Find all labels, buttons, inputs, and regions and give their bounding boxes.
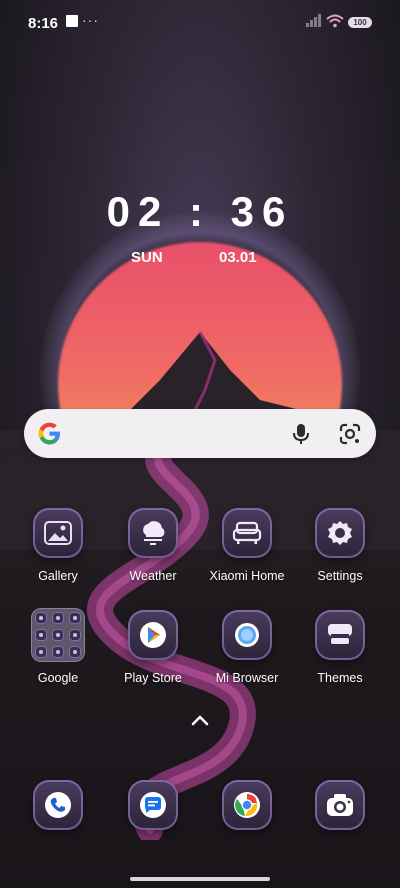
dock-messages[interactable] — [113, 780, 193, 830]
app-label: Play Store — [124, 671, 182, 685]
microphone-icon[interactable] — [290, 422, 312, 446]
phone-icon[interactable] — [33, 780, 83, 830]
dock-phone[interactable] — [18, 780, 98, 830]
app-label: Weather — [129, 569, 177, 583]
xiaomi-home-icon[interactable] — [222, 508, 272, 558]
settings-gear-icon[interactable] — [315, 508, 365, 558]
themes-icon[interactable] — [315, 610, 365, 660]
camera-icon[interactable] — [315, 780, 365, 830]
app-label: Mi Browser — [215, 671, 279, 685]
app-drawer-chevron-up-icon[interactable] — [188, 712, 212, 728]
dock-camera[interactable] — [300, 780, 380, 830]
google-lens-icon[interactable] — [338, 422, 362, 446]
more-dots-icon: ··· — [82, 12, 99, 28]
app-weather[interactable]: Weather — [113, 508, 193, 583]
google-search-bar[interactable] — [24, 409, 376, 458]
weather-icon[interactable] — [128, 508, 178, 558]
clock-widget-time[interactable]: 02 : 36 — [0, 188, 400, 236]
dock-chrome[interactable] — [207, 780, 287, 830]
google-folder-icon[interactable] — [31, 608, 85, 662]
battery-icon: 100 — [348, 17, 372, 28]
status-bar: 8:16 ··· 100 — [0, 0, 400, 44]
wifi-icon — [326, 14, 344, 28]
gallery-icon[interactable] — [33, 508, 83, 558]
app-gallery[interactable]: Gallery — [18, 508, 98, 583]
chrome-icon[interactable] — [222, 780, 272, 830]
google-logo-icon — [38, 422, 60, 445]
app-label: Themes — [317, 671, 363, 685]
app-play-store[interactable]: Play Store — [113, 610, 193, 685]
app-label: Xiaomi Home — [209, 569, 285, 583]
app-label: Google — [37, 671, 79, 685]
app-mi-browser[interactable]: Mi Browser — [207, 610, 287, 685]
gesture-navigation-bar[interactable] — [130, 877, 270, 881]
app-settings[interactable]: Settings — [300, 508, 380, 583]
clock-widget-day: SUN — [131, 249, 163, 266]
app-xiaomi-home[interactable]: Xiaomi Home — [207, 508, 287, 583]
app-google-folder[interactable]: Google — [18, 608, 98, 685]
clock-widget-date: 03.01 — [219, 249, 257, 266]
app-label: Gallery — [38, 569, 78, 583]
browser-icon[interactable] — [222, 610, 272, 660]
signal-icon — [306, 14, 321, 27]
play-store-icon[interactable] — [128, 610, 178, 660]
status-time: 8:16 — [28, 15, 59, 32]
app-label: Settings — [317, 569, 363, 583]
notification-square-icon — [66, 15, 78, 27]
messages-icon[interactable] — [128, 780, 178, 830]
app-themes[interactable]: Themes — [300, 610, 380, 685]
